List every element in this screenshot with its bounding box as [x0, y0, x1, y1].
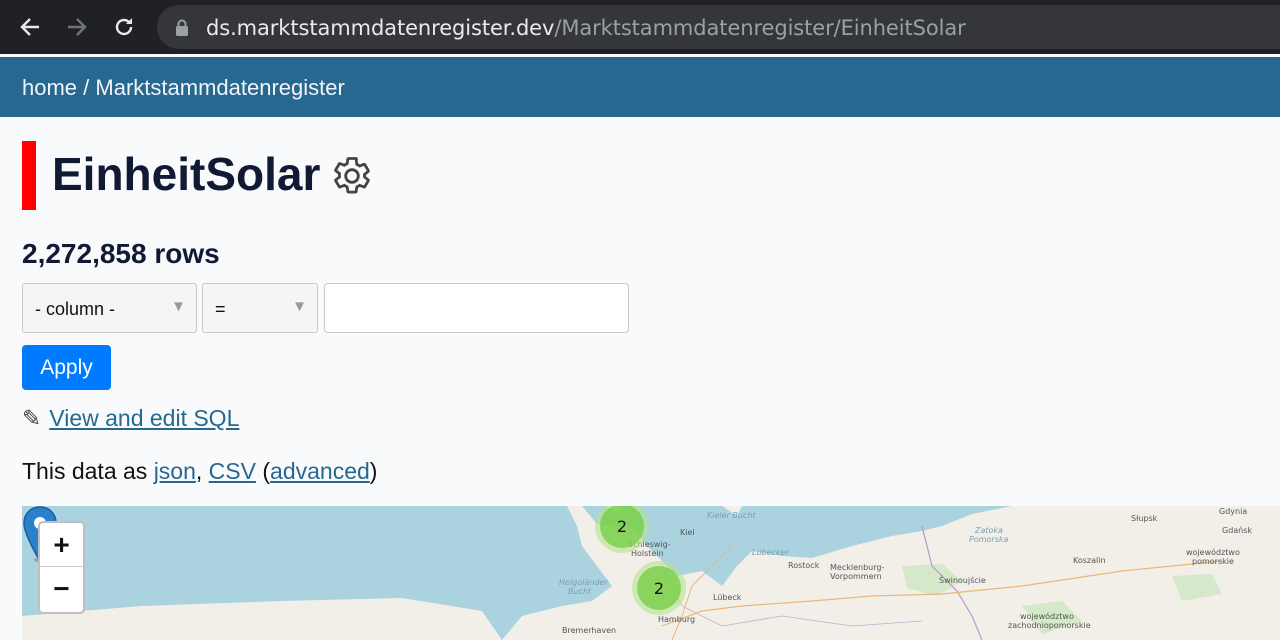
address-bar[interactable]: ds.marktstammdatenregister.dev/Marktstam…	[157, 5, 1280, 49]
map-label: Rostock	[788, 561, 820, 570]
row-count: 2,272,858 rows	[22, 238, 220, 269]
breadcrumb-database-link[interactable]: Marktstammdatenregister	[95, 75, 344, 100]
map-label: Kieler Bucht	[707, 511, 756, 520]
url-text: ds.marktstammdatenregister.dev/Marktstam…	[206, 16, 966, 40]
map-label: Bucht	[568, 587, 592, 596]
gear-icon[interactable]	[331, 155, 373, 197]
land-area-west	[22, 598, 502, 640]
map-label: Zatoka	[975, 526, 1003, 535]
column-select-value: - column -	[35, 299, 116, 319]
cluster-count: 2	[637, 566, 681, 610]
zoom-in-button[interactable]: +	[40, 523, 83, 567]
advanced-link[interactable]: advanced	[270, 458, 370, 484]
export-links: This data as json, CSV (advanced)	[22, 458, 377, 485]
breadcrumb-separator: /	[77, 75, 96, 100]
filter-value-input[interactable]	[324, 283, 629, 333]
url-host: ds.marktstammdatenregister.dev	[206, 16, 555, 40]
url-path: /Marktstammdatenregister/EinheitSolar	[554, 16, 966, 40]
lock-icon	[176, 19, 188, 36]
zoom-control: + −	[38, 521, 85, 614]
map-label: Hamburg	[658, 615, 696, 624]
back-button[interactable]	[14, 11, 46, 43]
map-label: Gdynia	[1219, 507, 1248, 516]
forward-button[interactable]	[61, 11, 93, 43]
map-label: województwo	[1186, 548, 1240, 557]
caret-down-icon: ▼	[171, 298, 186, 315]
cluster-count: 2	[600, 506, 644, 548]
breadcrumb: home / Marktstammdatenregister	[22, 75, 345, 101]
export-paren-open: (	[255, 458, 271, 484]
json-link[interactable]: json	[154, 458, 196, 484]
zoom-out-button[interactable]: −	[40, 567, 83, 611]
sql-link-row: ✎ View and edit SQL	[22, 405, 239, 432]
pencil-icon: ✎	[22, 405, 42, 431]
map-label: pomorskie	[1192, 557, 1234, 566]
view-edit-sql-link[interactable]: View and edit SQL	[49, 405, 239, 431]
map-label: Mecklenburg-	[830, 563, 885, 572]
page-title: EinheitSolar	[52, 148, 321, 200]
apply-button[interactable]: Apply	[22, 345, 111, 390]
map-label: zachodniopomorskie	[1008, 621, 1091, 630]
export-comma: ,	[195, 458, 209, 484]
export-paren-close: )	[369, 458, 378, 484]
reload-button[interactable]	[108, 11, 140, 43]
site-header: home / Marktstammdatenregister	[0, 57, 1280, 117]
csv-link[interactable]: CSV	[209, 458, 256, 484]
table-color-bar	[22, 141, 36, 210]
map[interactable]: Kiel Kieler Bucht Schleswig- Holstein He…	[22, 506, 1280, 640]
map-label: Holstein	[631, 549, 664, 558]
arrow-right-icon	[68, 18, 87, 36]
marker-cluster[interactable]: 2	[632, 561, 686, 615]
reload-icon	[115, 18, 133, 36]
map-label: Vorpommern	[830, 572, 882, 581]
map-label: Pomorska	[969, 535, 1009, 544]
caret-down-icon: ▼	[292, 298, 307, 315]
breadcrumb-home-link[interactable]: home	[22, 75, 77, 100]
map-label: Helgoländer	[559, 578, 608, 587]
map-label: Świnoujście	[939, 576, 986, 585]
map-label: województwo	[1020, 612, 1074, 621]
operator-select[interactable]: = ▼	[202, 283, 318, 333]
export-prefix: This data as	[22, 458, 154, 484]
map-label: Koszalin	[1073, 556, 1106, 565]
map-label: Kiel	[680, 528, 695, 537]
browser-toolbar: ds.marktstammdatenregister.dev/Marktstam…	[0, 0, 1280, 54]
operator-select-value: =	[215, 299, 226, 319]
map-label: Słupsk	[1131, 514, 1158, 523]
map-label: Lübeck	[713, 593, 742, 602]
map-label: Gdańsk	[1222, 526, 1253, 535]
column-select[interactable]: - column - ▼	[22, 283, 197, 333]
map-label: Bremerhaven	[562, 626, 617, 635]
arrow-left-icon	[20, 18, 39, 36]
map-label: Lübecker	[752, 548, 789, 557]
